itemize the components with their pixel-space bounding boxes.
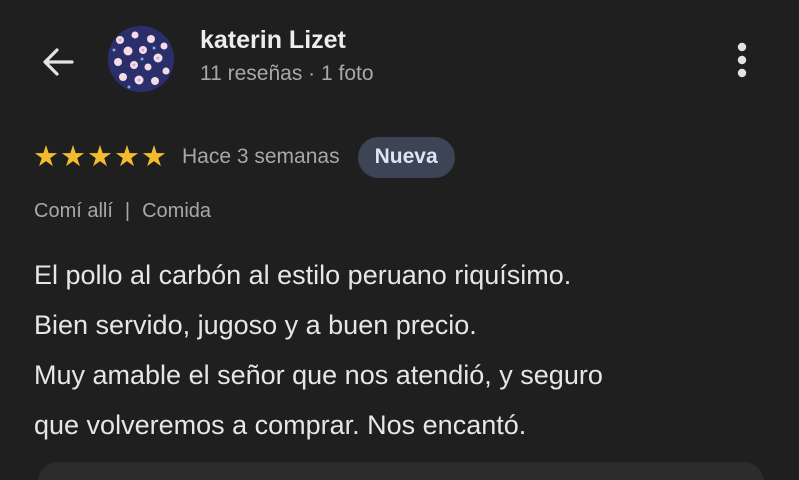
author-name[interactable]: katerin Lizet bbox=[200, 26, 346, 55]
star-filled-icon: ★ bbox=[114, 140, 140, 173]
star-filled-icon: ★ bbox=[87, 140, 113, 173]
more-options-button[interactable] bbox=[722, 38, 762, 82]
review-detail-screen: katerin Lizet 11 reseñas · 1 foto ★ ★ ★ ★ ★ … bbox=[0, 0, 799, 480]
owner-response-card bbox=[38, 462, 764, 480]
star-filled-icon: ★ bbox=[60, 140, 86, 173]
visit-type-label: Comí allí bbox=[34, 200, 113, 222]
avatar[interactable] bbox=[108, 26, 174, 92]
star-rating: ★ ★ ★ ★ ★ bbox=[33, 140, 168, 173]
review-text-line: Muy amable el señor que nos atendió, y s… bbox=[34, 360, 603, 390]
review-text-line: que volveremos a comprar. Nos encantó. bbox=[34, 410, 527, 440]
meal-type-label: Comida bbox=[142, 200, 212, 222]
context-separator: | bbox=[124, 200, 131, 222]
new-badge: Nueva bbox=[357, 136, 455, 178]
review-date: Hace 3 semanas bbox=[182, 145, 340, 168]
author-stats: 11 reseñas · 1 foto bbox=[200, 62, 374, 85]
review-context: Comí allí | Comida bbox=[34, 200, 211, 223]
back-button[interactable] bbox=[36, 42, 80, 82]
avatar-floral-image bbox=[108, 26, 174, 92]
review-text-line: Bien servido, jugoso y a buen precio. bbox=[34, 310, 477, 340]
review-text-line: El pollo al carbón al estilo peruano riq… bbox=[34, 260, 572, 290]
arrow-left-icon bbox=[43, 48, 74, 76]
review-body: El pollo al carbón al estilo peruano riq… bbox=[34, 250, 774, 450]
review-header-row: ★ ★ ★ ★ ★ Hace 3 semanas Nueva bbox=[33, 136, 455, 178]
more-vert-icon bbox=[737, 42, 747, 78]
star-filled-icon: ★ bbox=[33, 140, 59, 173]
star-filled-icon: ★ bbox=[141, 140, 167, 173]
